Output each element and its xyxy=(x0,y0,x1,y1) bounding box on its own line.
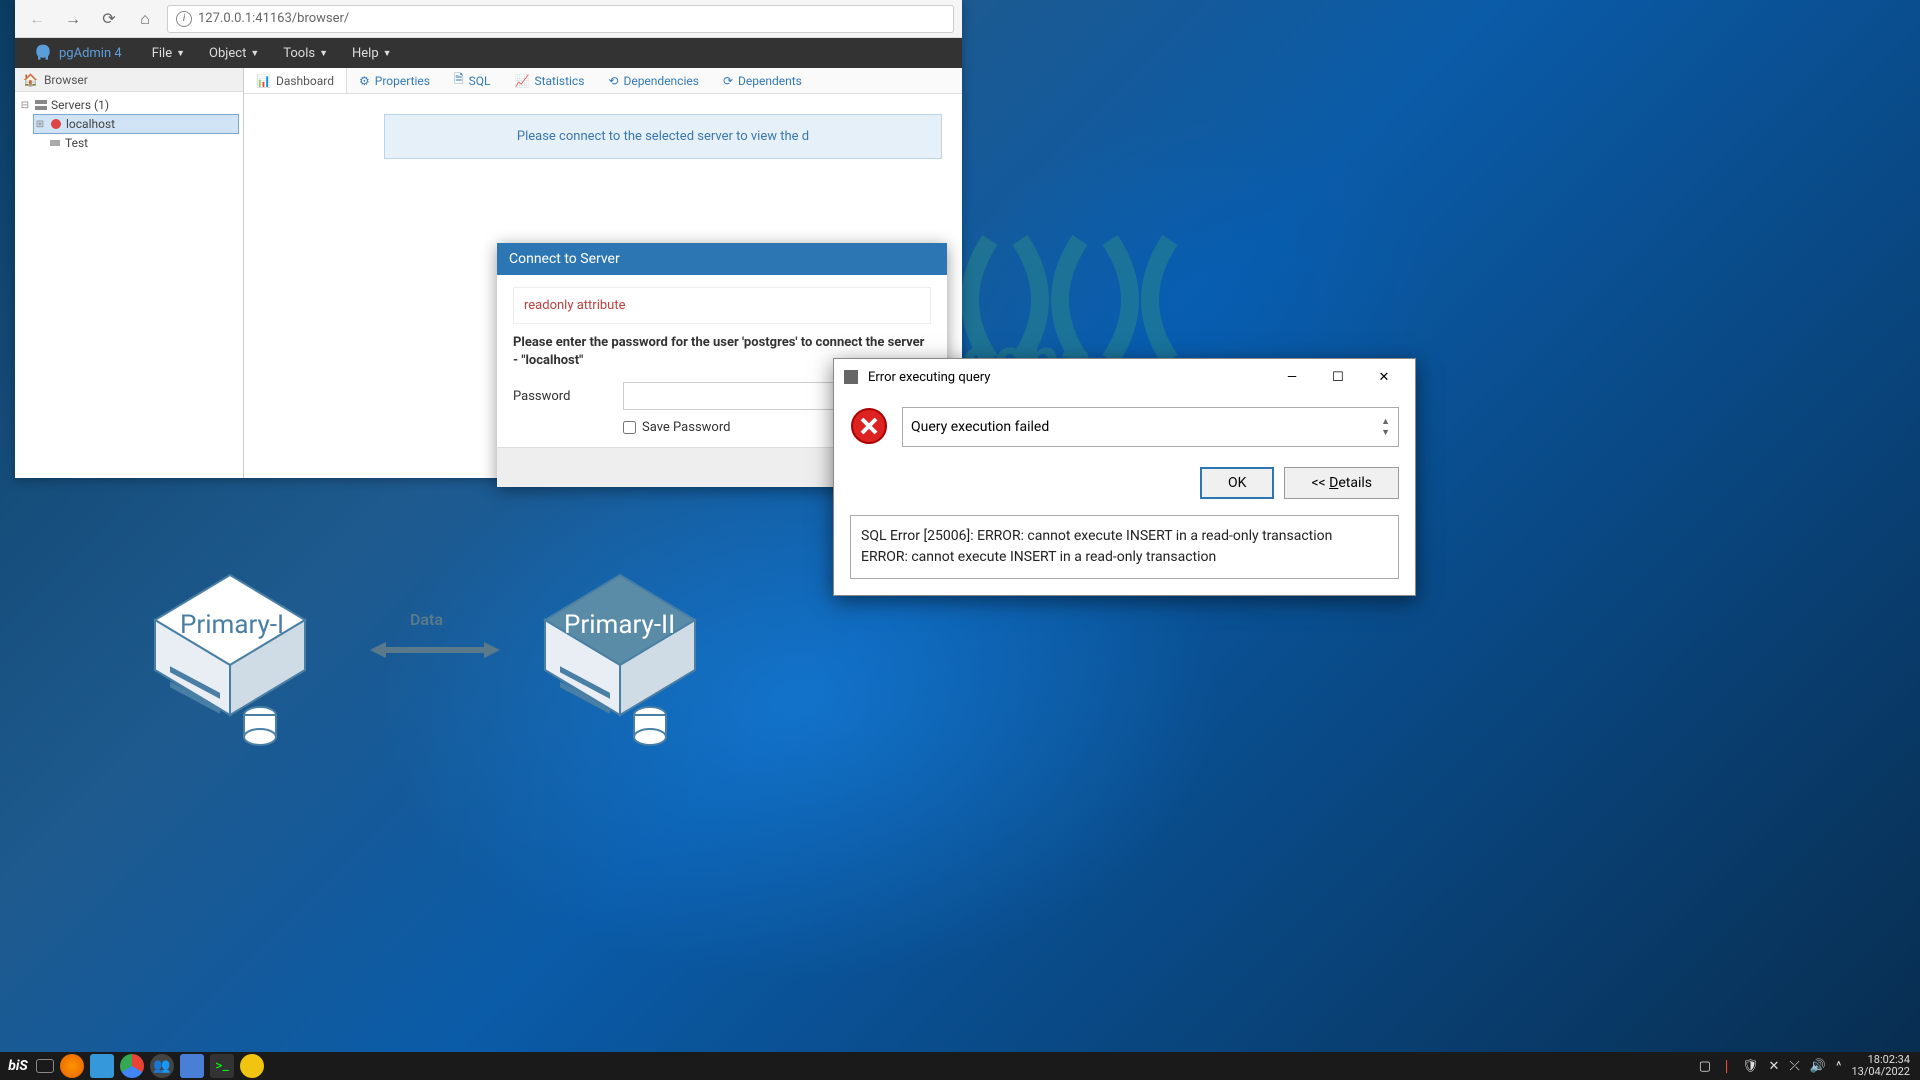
error-detail-line: SQL Error [25006]: ERROR: cannot execute… xyxy=(861,526,1388,547)
tab-statistics[interactable]: 📈Statistics xyxy=(503,68,597,93)
pgadmin-logo[interactable]: pgAdmin 4 xyxy=(15,43,140,63)
menu-file[interactable]: File▼ xyxy=(140,38,197,68)
task-view-icon[interactable] xyxy=(36,1059,54,1073)
app-icon[interactable] xyxy=(240,1054,264,1078)
firefox-icon[interactable] xyxy=(60,1054,84,1078)
error-detail-line: ERROR: cannot execute INSERT in a read-o… xyxy=(861,547,1388,568)
error-details: SQL Error [25006]: ERROR: cannot execute… xyxy=(850,515,1399,579)
close-button[interactable]: ✕ xyxy=(1361,362,1407,392)
app-icon[interactable] xyxy=(180,1054,204,1078)
home-icon: 🏠 xyxy=(23,73,38,87)
tree-servers[interactable]: ⊟ Servers (1) xyxy=(19,96,239,114)
start-button[interactable]: biS xyxy=(6,1054,30,1078)
save-password-checkbox[interactable] xyxy=(623,421,636,434)
data-arrow-icon xyxy=(370,638,500,666)
volume-icon[interactable]: 🔊 xyxy=(1810,1059,1826,1074)
caret-down-icon: ▼ xyxy=(250,48,259,59)
browser-toolbar: ← → ⟳ ⌂ i 127.0.0.1:41163/browser/ xyxy=(15,0,962,38)
reload-button[interactable]: ⟳ xyxy=(95,5,123,33)
chrome-icon[interactable] xyxy=(120,1054,144,1078)
deps-icon: ⟳ xyxy=(723,74,733,88)
pgadmin-brand: pgAdmin 4 xyxy=(59,46,122,61)
tab-sql[interactable]: 🗎SQL xyxy=(442,68,503,93)
caret-down-icon: ▼ xyxy=(176,48,185,59)
elephant-icon xyxy=(33,43,53,63)
primary1-label: Primary-I xyxy=(180,610,284,640)
chevron-up-icon[interactable]: ^ xyxy=(1836,1059,1841,1074)
forward-button[interactable]: → xyxy=(59,5,87,33)
back-button[interactable]: ← xyxy=(23,5,51,33)
maximize-button[interactable]: ☐ xyxy=(1315,362,1361,392)
tray-icon[interactable]: ❘ xyxy=(1721,1059,1732,1074)
scroll-buttons[interactable]: ▲▼ xyxy=(1381,416,1390,438)
tree-localhost[interactable]: ⊞ localhost xyxy=(33,114,239,134)
network-icon[interactable]: ⤫ xyxy=(1789,1059,1799,1074)
server-icon xyxy=(48,136,62,150)
expand-icon[interactable]: ⊞ xyxy=(34,119,46,130)
server-tree: ⊟ Servers (1) ⊞ localhost ⊞ Test xyxy=(15,92,243,156)
terminal-icon[interactable]: >_ xyxy=(210,1054,234,1078)
clock-date: 13/04/2022 xyxy=(1851,1066,1910,1078)
files-icon[interactable] xyxy=(90,1054,114,1078)
taskbar: biS 👥 >_ ▢ ❘ 🛡 ✕ ⤫ 🔊 ^ 18:02:34 13/04/20… xyxy=(0,1052,1920,1080)
error-message-box: Query execution failed ▲▼ xyxy=(902,407,1399,447)
app-icon xyxy=(842,368,860,386)
url-text: 127.0.0.1:41163/browser/ xyxy=(198,11,349,26)
close-tray-icon[interactable]: ✕ xyxy=(1769,1059,1780,1074)
tab-dependents[interactable]: ⟳Dependents xyxy=(711,68,814,93)
info-icon: i xyxy=(176,11,192,27)
details-button[interactable]: << Details xyxy=(1284,467,1399,499)
server-diagram: Primary-I Data Primary-II xyxy=(130,560,770,770)
connect-notice: Please connect to the selected server to… xyxy=(384,114,942,159)
sql-icon: 🗎 xyxy=(454,70,464,91)
menu-help[interactable]: Help▼ xyxy=(340,38,404,68)
save-password-label: Save Password xyxy=(642,420,730,435)
shield-icon[interactable]: 🛡 xyxy=(1742,1059,1759,1074)
server-icon xyxy=(49,117,63,131)
gear-icon: ⚙ xyxy=(359,74,370,88)
tab-properties[interactable]: ⚙Properties xyxy=(347,68,442,93)
primary2-label: Primary-II xyxy=(564,610,675,640)
home-button[interactable]: ⌂ xyxy=(131,5,159,33)
chart-icon: 📈 xyxy=(515,74,530,88)
error-dialog: Error executing query — ☐ ✕ Query execut… xyxy=(833,358,1416,596)
menu-object[interactable]: Object▼ xyxy=(197,38,271,68)
sidebar-header: 🏠 Browser xyxy=(15,68,243,92)
servers-icon xyxy=(34,98,48,112)
caret-down-icon: ▼ xyxy=(319,48,328,59)
sidebar-title: Browser xyxy=(44,73,88,87)
menu-tools[interactable]: Tools▼ xyxy=(271,38,340,68)
caret-down-icon: ▼ xyxy=(383,48,392,59)
dialog-error: readonly attribute xyxy=(513,287,931,324)
password-label: Password xyxy=(513,389,623,404)
tree-test[interactable]: ⊞ Test xyxy=(33,134,239,152)
collapse-icon[interactable]: ⊟ xyxy=(19,100,31,111)
dialog-title: Connect to Server xyxy=(497,243,947,275)
error-icon xyxy=(850,407,888,445)
error-message: Query execution failed xyxy=(911,419,1377,435)
pgadmin-menubar: pgAdmin 4 File▼ Object▼ Tools▼ Help▼ xyxy=(15,38,962,68)
tab-dashboard[interactable]: 📊Dashboard xyxy=(244,68,347,93)
data-label: Data xyxy=(410,610,443,629)
url-bar[interactable]: i 127.0.0.1:41163/browser/ xyxy=(167,5,954,33)
system-clock[interactable]: 18:02:34 13/04/2022 xyxy=(1851,1054,1914,1078)
browser-sidebar: 🏠 Browser ⊟ Servers (1) ⊞ localhost ⊞ T xyxy=(15,68,244,478)
minimize-button[interactable]: — xyxy=(1269,362,1315,392)
deps-icon: ⟲ xyxy=(608,74,618,88)
app-icon[interactable]: 👥 xyxy=(150,1054,174,1078)
error-title: Error executing query xyxy=(868,370,990,385)
error-titlebar[interactable]: Error executing query — ☐ ✕ xyxy=(834,359,1415,395)
ok-button[interactable]: OK xyxy=(1200,467,1274,499)
tray-icon[interactable]: ▢ xyxy=(1699,1059,1711,1074)
tabs-bar: 📊Dashboard ⚙Properties 🗎SQL 📈Statistics … xyxy=(244,68,962,94)
dashboard-icon: 📊 xyxy=(256,74,271,88)
tab-dependencies[interactable]: ⟲Dependencies xyxy=(596,68,711,93)
